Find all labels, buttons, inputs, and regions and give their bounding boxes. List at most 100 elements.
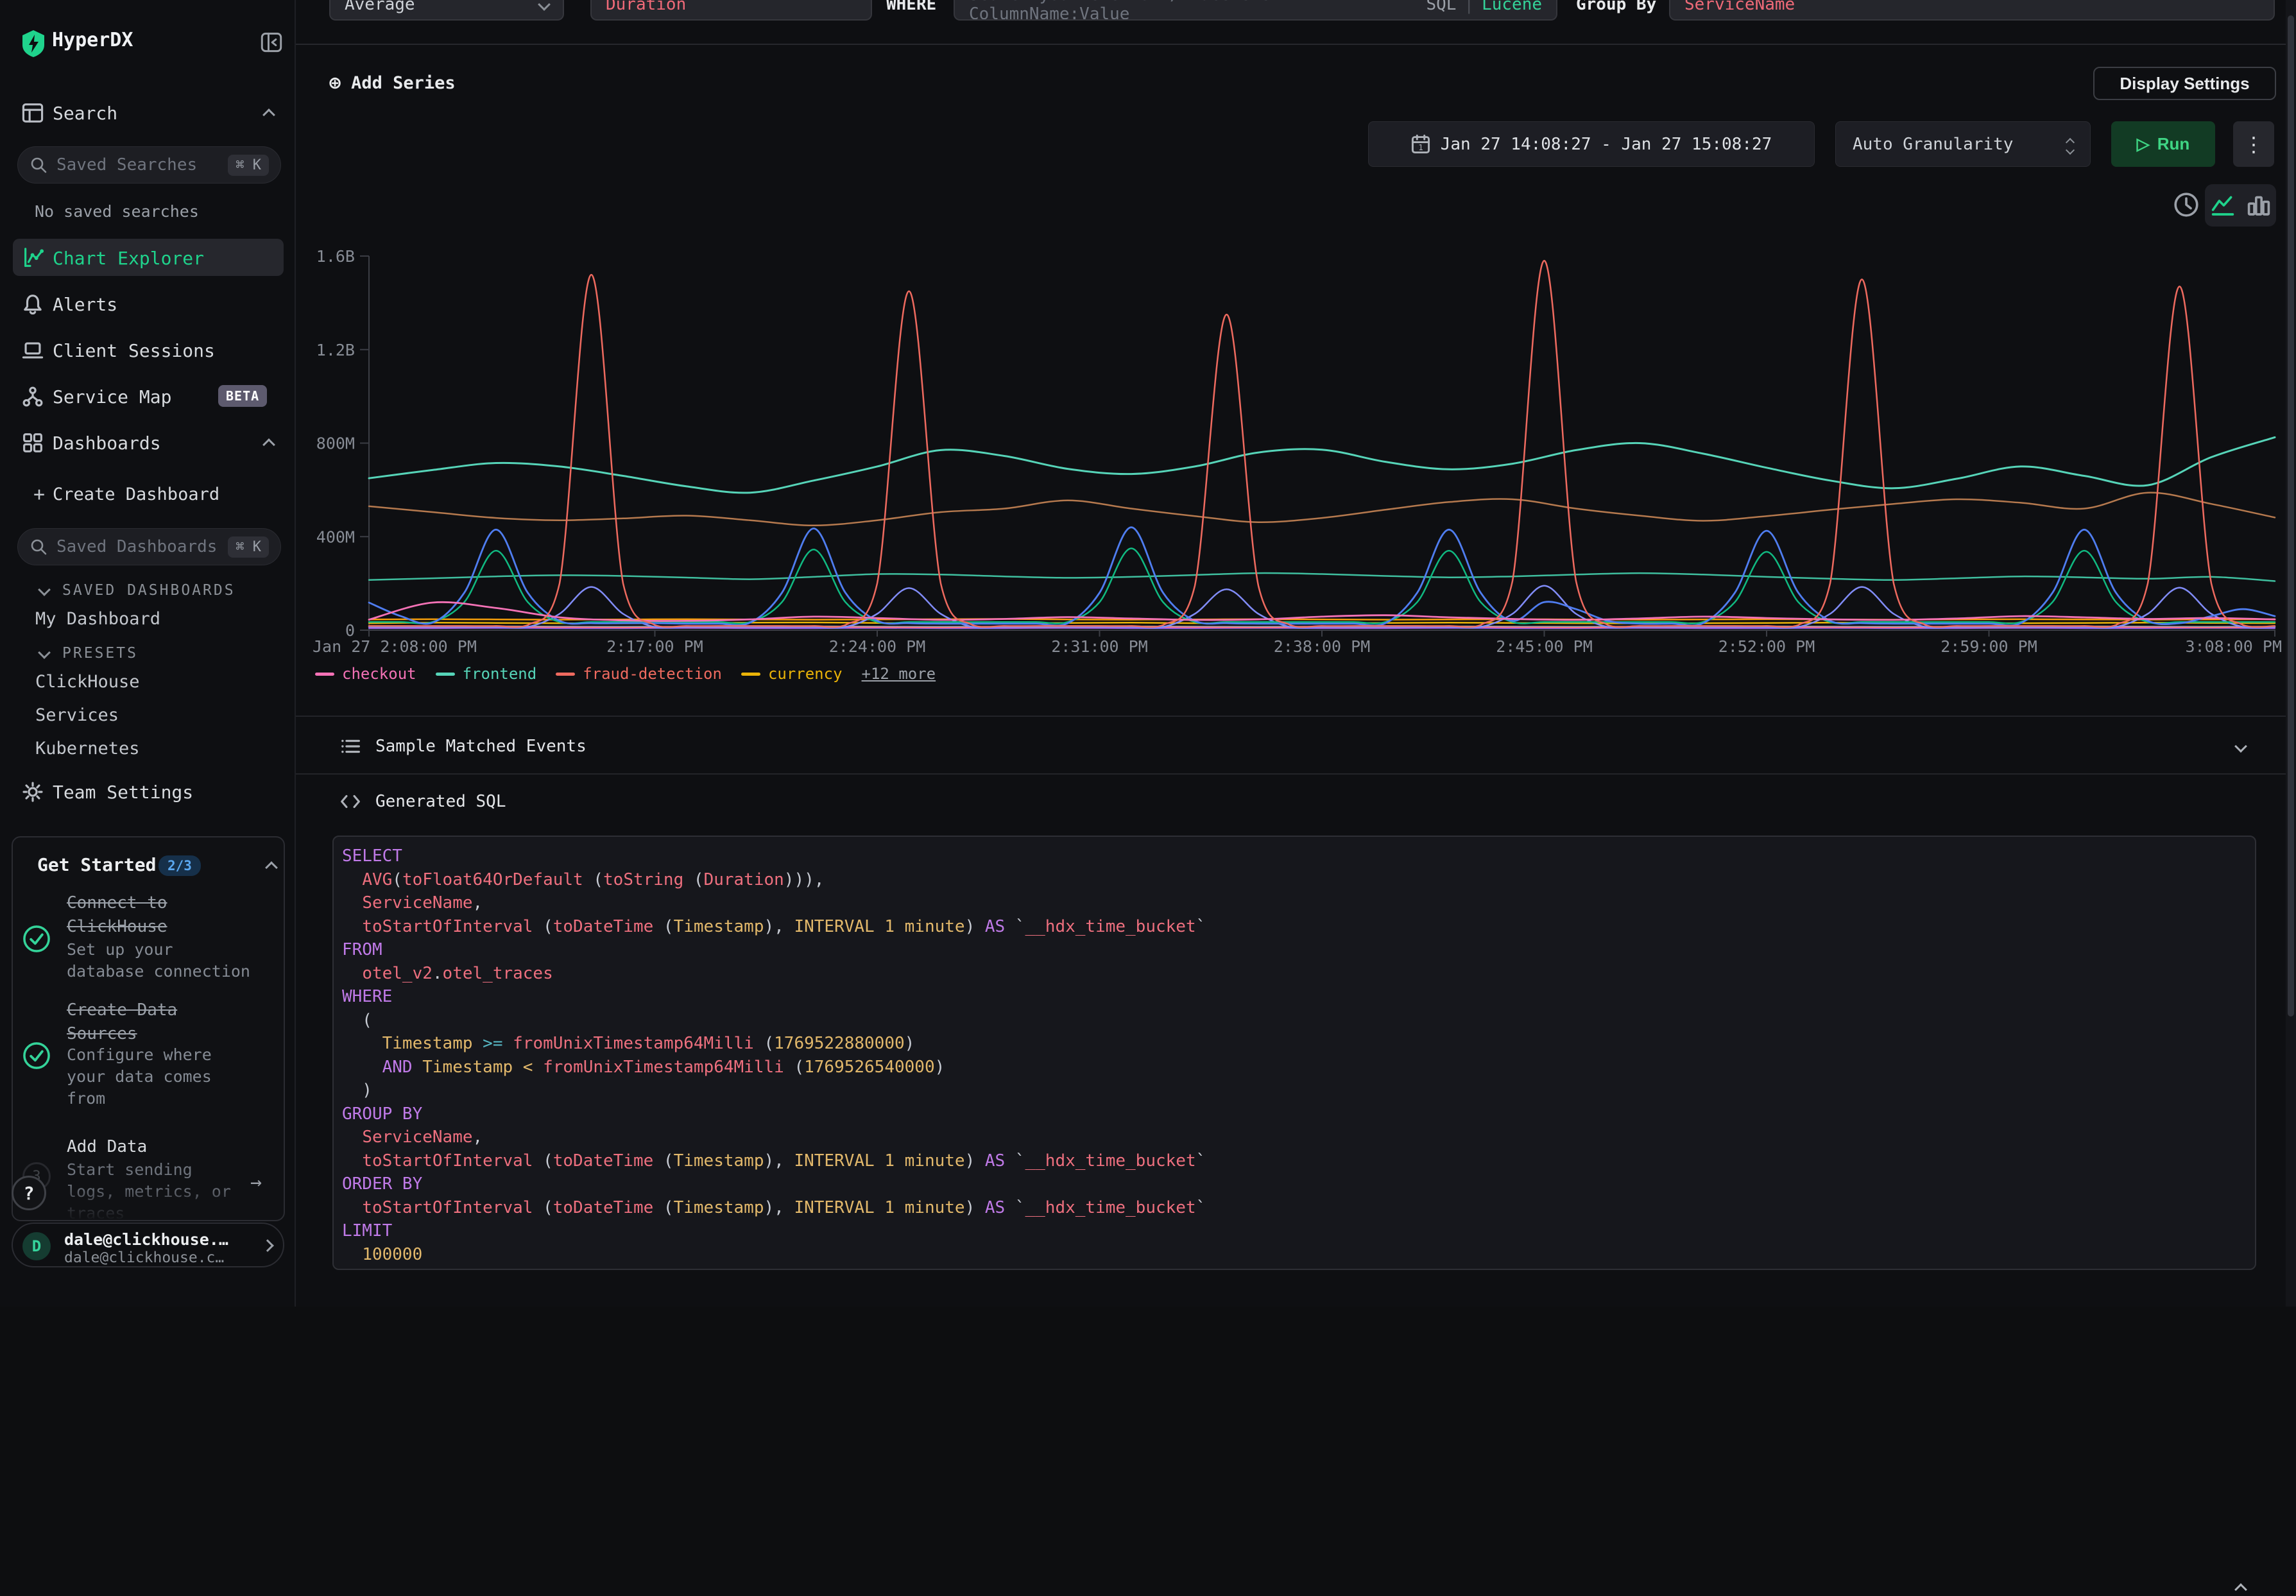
create-dashboard-button[interactable]: + Create Dashboard xyxy=(0,477,296,511)
account-footer[interactable]: D dale@clickhouse.… dale@clickhouse.c… xyxy=(12,1223,284,1267)
sidebar-item-label: Alerts xyxy=(53,294,117,315)
sidebar-item-dashboards[interactable]: Dashboards xyxy=(0,426,296,459)
generated-sql-header[interactable]: Generated SQL xyxy=(296,787,2286,816)
sample-events-header[interactable]: Sample Matched Events xyxy=(296,732,2286,761)
mode-sql-toggle[interactable]: SQL xyxy=(1426,0,1456,14)
legend-label: currency xyxy=(768,665,843,683)
legend-label: frontend xyxy=(463,665,537,683)
gs-item-desc: Configure where your data comes from xyxy=(67,1044,253,1110)
more-options-button[interactable]: ⋮ xyxy=(2233,121,2274,167)
x-axis-label: 2:24:00 PM xyxy=(829,637,926,656)
x-axis-label: 2:52:00 PM xyxy=(1718,637,1815,656)
dashboards-icon xyxy=(22,432,44,454)
legend-item[interactable]: currency xyxy=(741,665,843,683)
legend-label: fraud-detection xyxy=(583,665,722,683)
legend-item[interactable]: frontend xyxy=(436,665,537,683)
sidebar-item-team-settings[interactable]: Team Settings xyxy=(0,775,296,809)
chart-explorer-icon xyxy=(23,246,45,268)
sample-events-label: Sample Matched Events xyxy=(375,737,587,756)
gs-item-title[interactable]: Add Data xyxy=(67,1135,246,1159)
preset-link-label: ClickHouse xyxy=(35,672,140,692)
sidebar-collapse-icon[interactable] xyxy=(261,32,282,53)
legend-item[interactable]: fraud-detection xyxy=(556,665,722,683)
help-button[interactable]: ? xyxy=(12,1176,46,1210)
sidebar: HyperDX Search Saved Searches ⌘ K No sav… xyxy=(0,0,296,1307)
group-by-input[interactable]: ServiceName xyxy=(1669,0,2275,21)
search-icon xyxy=(30,538,47,556)
search-events-input[interactable]: Search your events w/ Lucene ex: ColumnN… xyxy=(954,0,1557,21)
gs-item-title[interactable]: Create Data Sources xyxy=(67,999,246,1046)
sidebar-item-search[interactable]: Search xyxy=(0,96,296,130)
run-label: Run xyxy=(2157,134,2190,154)
bar-chart-icon[interactable] xyxy=(2245,192,2272,219)
sidebar-item-label: Dashboards xyxy=(53,433,161,454)
search-placeholder: Search your events w/ Lucene ex: ColumnN… xyxy=(969,0,1417,21)
sidebar-item-client-sessions[interactable]: Client Sessions xyxy=(0,334,296,367)
chevron-down-icon xyxy=(38,646,51,659)
kbd-shortcut: ⌘ K xyxy=(228,536,269,558)
field-input[interactable]: Duration xyxy=(590,0,872,21)
display-settings-button[interactable]: Display Settings xyxy=(2093,67,2276,100)
plus-circle-icon: ⊕ xyxy=(329,72,341,94)
legend-swatch xyxy=(315,673,334,676)
dashboard-link-label: My Dashboard xyxy=(35,609,160,629)
arrow-right-icon[interactable]: → xyxy=(250,1171,262,1194)
granularity-select[interactable]: Auto Granularity xyxy=(1835,121,2091,167)
sidebar-item-kubernetes[interactable]: Kubernetes xyxy=(0,734,296,762)
beta-badge: BETA xyxy=(218,385,267,407)
sidebar-item-clickhouse[interactable]: ClickHouse xyxy=(0,667,296,696)
sidebar-item-my-dashboard[interactable]: My Dashboard xyxy=(0,605,296,633)
gs-item-desc: Set up your database connection xyxy=(67,939,253,982)
chart-series-9 xyxy=(369,528,2275,626)
x-axis-label: 2:45:00 PM xyxy=(1496,637,1593,656)
run-button[interactable]: ▷ Run xyxy=(2111,121,2215,167)
x-axis-label: Jan 27 2:08:00 PM xyxy=(313,637,477,656)
laptop-icon xyxy=(22,339,44,361)
chevron-right-icon xyxy=(261,1239,274,1252)
presets-section[interactable]: PRESETS xyxy=(0,639,296,667)
chevron-up-icon[interactable] xyxy=(265,861,278,874)
granularity-value: Auto Granularity xyxy=(1853,135,2013,154)
legend-item[interactable]: checkout xyxy=(315,665,416,683)
gs-item-title[interactable]: Connect to ClickHouse xyxy=(67,891,246,939)
sidebar-item-alerts[interactable]: Alerts xyxy=(0,287,296,321)
date-range-picker[interactable]: 1 Jan 27 14:08:27 - Jan 27 15:08:27 xyxy=(1368,121,1815,167)
bell-icon xyxy=(22,293,44,315)
scrollbar-thumb[interactable] xyxy=(2288,15,2294,1017)
sidebar-item-services[interactable]: Services xyxy=(0,701,296,729)
chart-series-currency xyxy=(369,622,2275,623)
aggregation-value: Average xyxy=(345,0,415,14)
legend-more-link[interactable]: +12 more xyxy=(862,665,936,683)
sidebar-item-label: Service Map xyxy=(53,386,171,408)
clock-icon[interactable] xyxy=(2173,191,2200,218)
sql-panel: SELECT AVG(toFloat64OrDefault (toString … xyxy=(332,836,2256,1270)
chart-series-checkout xyxy=(369,602,2275,621)
divider xyxy=(296,716,2286,717)
chart-series-fraud-detection xyxy=(369,261,2275,627)
saved-searches-placeholder: Saved Searches xyxy=(56,155,219,175)
scrollbar-track[interactable] xyxy=(2286,0,2296,1307)
no-saved-searches-text: No saved searches xyxy=(35,202,199,221)
play-icon: ▷ xyxy=(2137,134,2150,154)
saved-dashboards-section[interactable]: SAVED DASHBOARDS xyxy=(0,576,296,605)
add-series-button[interactable]: ⊕ Add Series xyxy=(329,72,456,94)
sidebar-item-chart-explorer[interactable]: Chart Explorer xyxy=(13,239,284,276)
get-started-title: Get Started xyxy=(37,854,156,875)
sidebar-item-service-map[interactable]: Service Map BETA xyxy=(0,380,296,413)
aggregation-select[interactable]: Average xyxy=(329,0,564,21)
service-map-icon xyxy=(22,386,44,408)
add-series-label: Add Series xyxy=(351,73,456,93)
account-name: dale@clickhouse.… xyxy=(64,1230,228,1249)
saved-dashboards-input[interactable]: Saved Dashboards ⌘ K xyxy=(17,528,281,565)
line-chart-icon[interactable] xyxy=(2209,192,2236,219)
chart-series-0 xyxy=(369,493,2275,526)
get-started-card: Get Started 2/3 Connect to ClickHouse Se… xyxy=(12,836,285,1221)
sql-code[interactable]: SELECT AVG(toFloat64OrDefault (toString … xyxy=(342,845,2255,1266)
y-axis-label: 400M xyxy=(316,528,355,546)
saved-searches-input[interactable]: Saved Searches ⌘ K xyxy=(17,146,281,184)
y-axis-label: 0 xyxy=(345,621,355,640)
y-axis-label: 1.6B xyxy=(316,247,355,266)
mode-lucene-toggle[interactable]: Lucene xyxy=(1482,0,1542,14)
chart-series-1 xyxy=(369,573,2275,581)
chart-series-frontend xyxy=(369,437,2275,493)
